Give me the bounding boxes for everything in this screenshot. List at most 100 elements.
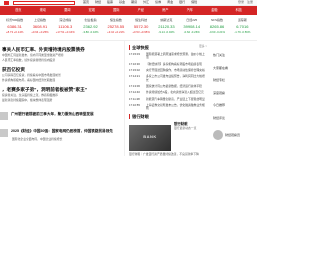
flash-item[interactable]: 17:15:02 央行开展逆回购操作，市场流动性保持合理充裕 — [129, 68, 207, 73]
flash-item[interactable]: 17:10:55 上海证券交易所发布公告，优化融资融券业务规则 — [129, 104, 207, 111]
top-nav-item[interactable]: 财经 — [95, 0, 101, 5]
site-logo[interactable] — [4, 0, 9, 5]
news-title[interactable]: 2025《财经》中国30强：国家电网仍居榜首，仲国铁路贸易领先 — [11, 129, 113, 133]
ticker-item[interactable]: 恒生科技 5572.30 +0.53 +0.95% — [128, 15, 153, 40]
flash-item[interactable]: 17:15:03 国际能源署上调原油需求增长预测，油价小幅上涨 — [129, 52, 207, 60]
top-nav-item[interactable]: 黄金 — [167, 0, 173, 5]
nav-item[interactable]: 首页 — [15, 8, 21, 13]
bank-section-title: 银行财眼 — [129, 113, 207, 119]
sidebar-item[interactable]: 深度观察 — [213, 91, 255, 96]
ticker-item[interactable]: 日经225 39908.14 -0.62 -0.26% — [179, 15, 204, 40]
ticker-change: -9.14 -0.04% — [158, 29, 175, 34]
sidebar-item[interactable]: 财经专栏 — [213, 79, 255, 83]
top-nav: 首页 财经 股票 基金 期货 外汇 债券 黄金 银行 保险 — [83, 0, 197, 5]
sidebar-author[interactable]: 财经观察员 — [213, 129, 255, 140]
flash-text[interactable]: 国家统计局公布最新数据，经济运行总体平稳 — [146, 84, 202, 88]
flash-list: 17:15:03 国际能源署上调原油需求增长预测，油价小幅上涨 17:16:30 【财… — [129, 52, 207, 111]
ticker-item[interactable]: 纳斯达克 21120.33 -9.14 -0.04% — [154, 15, 179, 40]
top-nav-item[interactable]: 首页 — [83, 0, 89, 5]
sidebar-item[interactable]: 财经评论 — [213, 116, 255, 121]
ticker-item[interactable]: 恒生指数 25278.55 +3.10 +0.21% — [103, 15, 128, 40]
more-link[interactable]: 更多 > — [199, 44, 207, 48]
account-link[interactable]: 登录 — [238, 0, 244, 5]
ticker-value: 6.7016 — [236, 23, 249, 29]
headline-2[interactable]: 获百亿投资 — [2, 67, 124, 73]
news-title[interactable]: 广州银行被视被前三季大年，聚力服务山西转型发展 — [11, 112, 94, 116]
ticker-item[interactable]: 道琼斯 6.7016 -1.79 -0.56% — [230, 15, 255, 40]
ticker-change: +0.64 +0.25% — [31, 29, 49, 34]
flash-time: 17:15:02 — [129, 68, 140, 73]
nav-item[interactable]: 汽车 — [187, 8, 193, 13]
nav-item[interactable]: 要闻 — [64, 8, 70, 13]
flash-column: 全球快报 更多 > 17:15:03 国际能源署上调原油需求增长预测，油价小幅上涨… — [124, 41, 210, 157]
sidebar-item[interactable]: 今日推荐 — [213, 104, 255, 108]
nav-item[interactable]: 房产 — [162, 8, 168, 13]
sidebar-item[interactable]: 热门关注 — [213, 53, 255, 58]
nav-item[interactable]: 科技 — [236, 8, 242, 13]
flash-text[interactable]: 新能源汽车销量创新高，产业链上下游受益明显 — [146, 97, 205, 101]
bank-image[interactable]: BANK — [129, 124, 171, 151]
search-input[interactable] — [13, 0, 75, 5]
nav-item[interactable]: 金融 — [211, 8, 217, 13]
top-nav-item[interactable]: 基金 — [119, 0, 125, 5]
ticker-value: 5572.30 — [133, 23, 149, 29]
nav-item[interactable]: 滚动 — [40, 8, 46, 13]
ticker-name: 日经225 — [186, 18, 198, 22]
headline-2-sub[interactable]: 公司获得百亿投资，持续看好中国市场发展前景 — [2, 73, 124, 77]
ticker-value: 8265.86 — [209, 23, 225, 29]
flash-item[interactable]: 17:13:06 国家统计局公布最新数据，经济运行总体平稳 — [129, 84, 207, 88]
ticker-value: 21120.33 — [158, 23, 175, 29]
ticker-name: 创业板指 — [84, 18, 97, 22]
main-nav: 首页 滚动 要闻 宏观 国际 产经 房产 汽车 金融 科技 — [0, 6, 257, 15]
flash-time: 17:14:21 — [129, 74, 140, 79]
flash-text[interactable]: 央行开展逆回购操作，市场流动性保持合理充裕 — [146, 68, 205, 72]
sidebar: 热门关注大家都在看财经专栏深度观察今日推荐财经评论财经观察员 — [210, 41, 257, 156]
headline-1-sub[interactable]: 中国外汇局最新发布，境内不同类型金融资产增持 — [2, 53, 124, 57]
flash-text[interactable]: 多家上市公司发布业绩预告，净利润同比大幅增长 — [146, 75, 207, 82]
top-nav-item[interactable]: 保险 — [191, 0, 197, 5]
top-nav-item[interactable]: 债券 — [155, 0, 161, 5]
top-nav-item[interactable]: 外汇 — [143, 0, 149, 5]
ticker-value: 11106.3 — [58, 23, 73, 29]
sidebar-item[interactable]: 大家都在看 — [213, 66, 255, 71]
flash-text[interactable]: 国际能源署上调原油需求增长预测，油价小幅上涨 — [146, 52, 207, 60]
ticker-item[interactable]: 创业板指 2362.92 -3.80 -0.16% — [78, 15, 103, 40]
headline-3-sub[interactable]: 投资者关注，龙头股持续上涨，券商积极推荐 — [2, 94, 124, 98]
news-thumbnail — [0, 128, 8, 137]
flash-text[interactable]: 上海证券交易所发布公告，优化融资融券业务规则 — [146, 104, 207, 111]
list-item[interactable]: 广州银行被视被前三季大年，聚力服务山西转型发展 — [0, 111, 124, 120]
nav-item[interactable]: 产经 — [138, 8, 144, 13]
account-link[interactable]: 注册 — [247, 0, 253, 5]
flash-item[interactable]: 17:14:21 多家上市公司发布业绩预告，净利润同比大幅增长 — [129, 75, 207, 82]
headline-1[interactable]: 事关人民币汇率、外资增持境内股票债券 — [2, 47, 124, 53]
avatar — [213, 129, 223, 140]
flash-text[interactable]: 外资持续加仓A股，北向资金净流入超过百亿元 — [146, 91, 204, 95]
flash-item[interactable]: 17:11:28 新能源汽车销量创新高，产业链上下游受益明显 — [129, 96, 207, 101]
ticker-change: -3.80 -0.16% — [82, 29, 99, 34]
ticker-item[interactable]: 上证指数 3608.91 +0.64 +0.25% — [27, 15, 52, 40]
ticker-item[interactable]: 深证成指 11106.3 +17.51 +0.16% — [53, 15, 78, 40]
top-nav-item[interactable]: 银行 — [179, 0, 185, 5]
ticker-change: +0.53 +0.95% — [132, 29, 150, 34]
list-item[interactable]: 2025《财经》中国30强：国家电网仍居榜首，仲国铁路贸易领先 — [0, 128, 124, 137]
headline-3[interactable]: ，老赛多家子弟”，洞明前者板被赞“家王” — [2, 87, 124, 93]
bank-caption[interactable]: 银行财眼｜广发银行资产质量持续改善，不良贷款率下降 — [129, 152, 207, 156]
ticker-value: 25278.55 — [107, 23, 125, 29]
ticker-item[interactable]: 标普500指数 6386.31 +8.73 +0.14% — [2, 15, 27, 40]
flash-item[interactable]: 17:12:40 外资持续加仓A股，北向资金净流入超过百亿元 — [129, 91, 207, 95]
ticker-name: 恒生指数 — [109, 18, 122, 22]
flash-time: 17:16:30 — [129, 61, 140, 66]
top-nav-item[interactable]: 股票 — [107, 0, 113, 5]
flash-text[interactable]: 【财经快讯】多家机构看好港股市场后续表现 — [146, 62, 202, 66]
ticker-name: NFS指数 — [211, 18, 224, 22]
nav-item[interactable]: 宏观 — [89, 8, 95, 13]
bank-card-sub: 银行最新动态一览 — [174, 125, 197, 130]
ticker-name: 恒生科技 — [135, 18, 148, 22]
ticker-item[interactable]: NFS指数 8265.86 -0.60 -0.21% — [204, 15, 229, 40]
ticker-name: 纳斯达克 — [160, 18, 173, 22]
ticker-value: 3608.91 — [32, 23, 48, 29]
flash-item[interactable]: 17:16:30 【财经快讯】多家机构看好港股市场后续表现 — [129, 61, 207, 66]
top-nav-item[interactable]: 期货 — [131, 0, 137, 5]
nav-item[interactable]: 国际 — [113, 8, 119, 13]
flash-time: 17:11:28 — [129, 96, 140, 101]
